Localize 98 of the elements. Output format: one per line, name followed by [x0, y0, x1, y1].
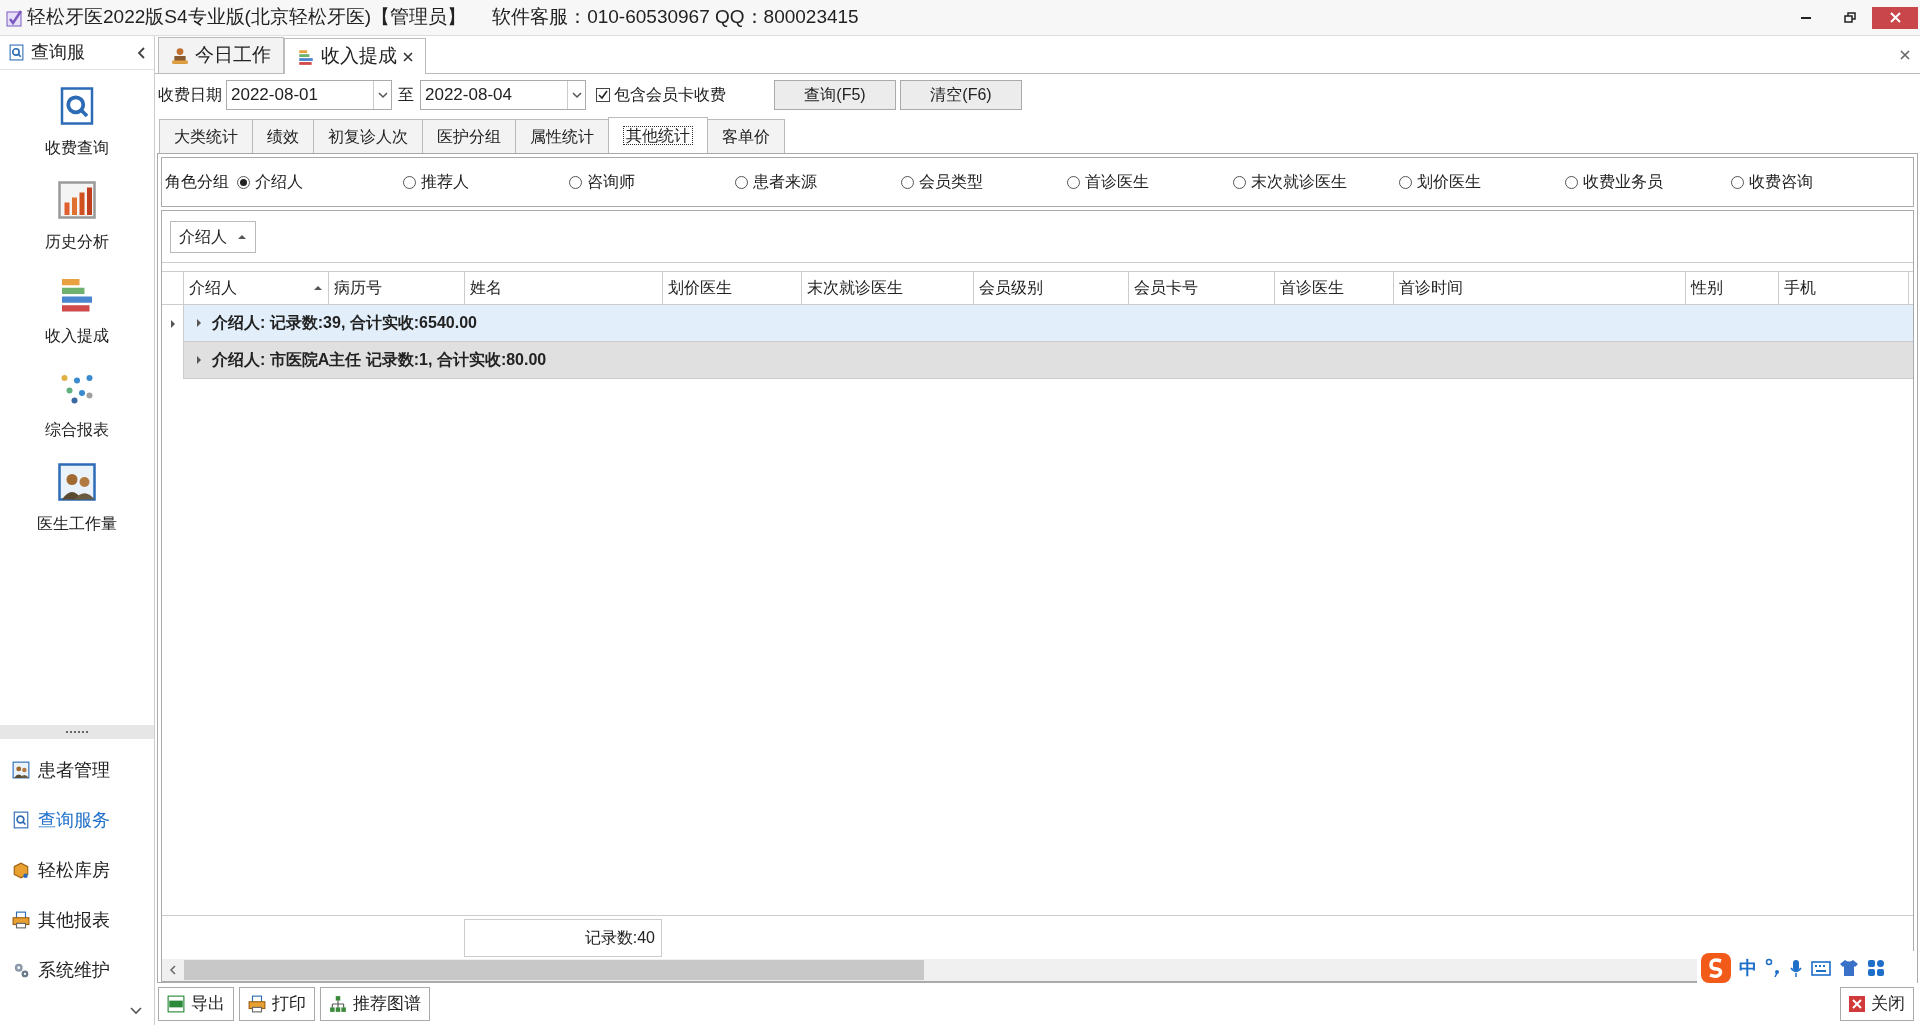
close-icon	[1849, 996, 1865, 1012]
sub-tab[interactable]: 医护分组	[422, 119, 516, 153]
close-button[interactable]	[1872, 6, 1918, 29]
date-dropdown[interactable]: 2022-08-01	[226, 80, 392, 110]
package-icon	[12, 861, 30, 879]
stacked-bars-icon	[297, 47, 315, 66]
action-button[interactable]: 查询(F5)	[774, 80, 896, 110]
role-radio[interactable]: 介绍人	[237, 170, 403, 194]
sub-tab[interactable]: 大类统计	[159, 119, 253, 153]
role-radio[interactable]: 划价医生	[1399, 170, 1565, 194]
search-icon	[12, 811, 30, 829]
expand-icon	[194, 355, 204, 365]
role-radio[interactable]: 会员类型	[901, 170, 1067, 194]
role-radio[interactable]: 咨询师	[569, 170, 735, 194]
people-icon	[12, 761, 30, 779]
column-header[interactable]: 性别	[1686, 272, 1779, 304]
shirt-icon	[1839, 958, 1859, 978]
column-header[interactable]: 姓名	[465, 272, 663, 304]
printer-icon	[248, 995, 266, 1013]
hierarchy-icon	[329, 995, 347, 1013]
group-row[interactable]: 介绍人: 市医院A主任 记录数:1, 合计实收:80.00	[184, 342, 1913, 379]
nav-item[interactable]: 查询服务	[0, 795, 154, 845]
close-icon	[1900, 50, 1910, 60]
check-icon	[598, 90, 608, 100]
sub-tab[interactable]: 初复诊人次	[313, 119, 423, 153]
document-tab[interactable]: 今日工作	[158, 37, 284, 73]
role-radio[interactable]: 推荐人	[403, 170, 569, 194]
minimize-icon	[1801, 16, 1811, 19]
column-header[interactable]: 会员级别	[974, 272, 1129, 304]
sidebar-item[interactable]: 收费查询	[7, 76, 147, 170]
role-radio[interactable]: 收费咨询	[1731, 170, 1897, 194]
chevron-down-icon	[130, 1005, 142, 1015]
nav-item[interactable]: 患者管理	[0, 745, 154, 795]
sort-up-icon	[313, 284, 323, 292]
column-header[interactable]: 介绍人	[184, 272, 329, 304]
sidebar-item[interactable]: 收入提成	[7, 264, 147, 358]
scrollbar-thumb[interactable]	[184, 960, 924, 980]
column-header[interactable]: 手机	[1779, 272, 1909, 304]
microphone-icon	[1789, 958, 1803, 978]
punctuation-icon	[1765, 958, 1781, 978]
apps-icon	[1867, 959, 1885, 977]
role-radio[interactable]: 首诊医生	[1067, 170, 1233, 194]
support-info: 软件客服：010-60530967 QQ：800023415	[492, 5, 859, 30]
sub-tab[interactable]: 属性统计	[515, 119, 609, 153]
field-label: 收费日期	[158, 85, 222, 105]
close-icon	[1889, 12, 1901, 23]
printer-icon	[12, 911, 30, 929]
sidebar-item[interactable]: 医生工作量	[7, 452, 147, 546]
sub-tab[interactable]: 客单价	[707, 119, 785, 153]
scroll-left-icon	[169, 965, 177, 975]
column-header[interactable]: 末次就诊医生	[802, 272, 974, 304]
range-separator: 至	[398, 85, 414, 105]
chevron-down-icon	[377, 91, 388, 99]
window-title: 轻松牙医2022版S4专业版(北京轻松牙医)【管理员】	[27, 5, 467, 30]
column-header[interactable]: 会员卡号	[1129, 272, 1275, 304]
group-label: 角色分组	[165, 172, 229, 192]
sidebar-header: 查询服	[31, 41, 85, 64]
sidebar-item[interactable]: 综合报表	[7, 358, 147, 452]
include-card-checkbox[interactable]: 包含会员卡收费	[596, 83, 726, 107]
close-panel-button[interactable]: 关闭	[1840, 987, 1914, 1021]
document-tab[interactable]: 收入提成	[284, 38, 426, 74]
chevron-down-icon	[571, 91, 582, 99]
date-dropdown[interactable]: 2022-08-04	[420, 80, 586, 110]
keyboard-icon	[1811, 959, 1831, 977]
group-chip[interactable]: 介绍人	[170, 220, 256, 253]
column-header[interactable]: 首诊医生	[1275, 272, 1394, 304]
nav-item[interactable]: 其他报表	[0, 895, 154, 945]
role-radio[interactable]: 末次就诊医生	[1233, 170, 1399, 194]
role-radio[interactable]: 患者来源	[735, 170, 901, 194]
app-icon	[6, 8, 23, 27]
collapse-icon	[137, 46, 146, 59]
bar-chart-icon	[57, 180, 97, 220]
toolbar-button[interactable]: 打印	[239, 987, 315, 1021]
nav-item[interactable]: 轻松库房	[0, 845, 154, 895]
close-icon	[403, 51, 413, 62]
gears-icon	[12, 961, 30, 979]
people-icon	[57, 462, 97, 502]
action-button[interactable]: 清空(F6)	[900, 80, 1022, 110]
toolbar-button[interactable]: 导出	[158, 987, 234, 1021]
splitter-handle[interactable]	[0, 725, 154, 739]
expand-icon	[194, 318, 204, 328]
toolbar-button[interactable]: 推荐图谱	[320, 987, 430, 1021]
person-desk-icon	[171, 46, 189, 65]
group-row[interactable]: 介绍人: 记录数:39, 合计实收:6540.00	[184, 305, 1913, 342]
column-header[interactable]: 首诊时间	[1394, 272, 1686, 304]
column-header[interactable]: 病历号	[329, 272, 465, 304]
sidebar-item[interactable]: 历史分析	[7, 170, 147, 264]
grip-icon	[66, 730, 88, 734]
search-icon	[8, 44, 25, 61]
column-header[interactable]: 划价医生	[663, 272, 802, 304]
role-radio[interactable]: 收费业务员	[1565, 170, 1731, 194]
ime-mode[interactable]: 中	[1739, 954, 1757, 982]
sub-tab[interactable]: 绩效	[252, 119, 314, 153]
record-count: 记录数:40	[464, 918, 662, 957]
sort-up-icon	[237, 232, 247, 241]
restore-icon	[1844, 12, 1856, 23]
spreadsheet-icon	[167, 995, 185, 1013]
nav-item[interactable]: 系统维护	[0, 945, 154, 995]
